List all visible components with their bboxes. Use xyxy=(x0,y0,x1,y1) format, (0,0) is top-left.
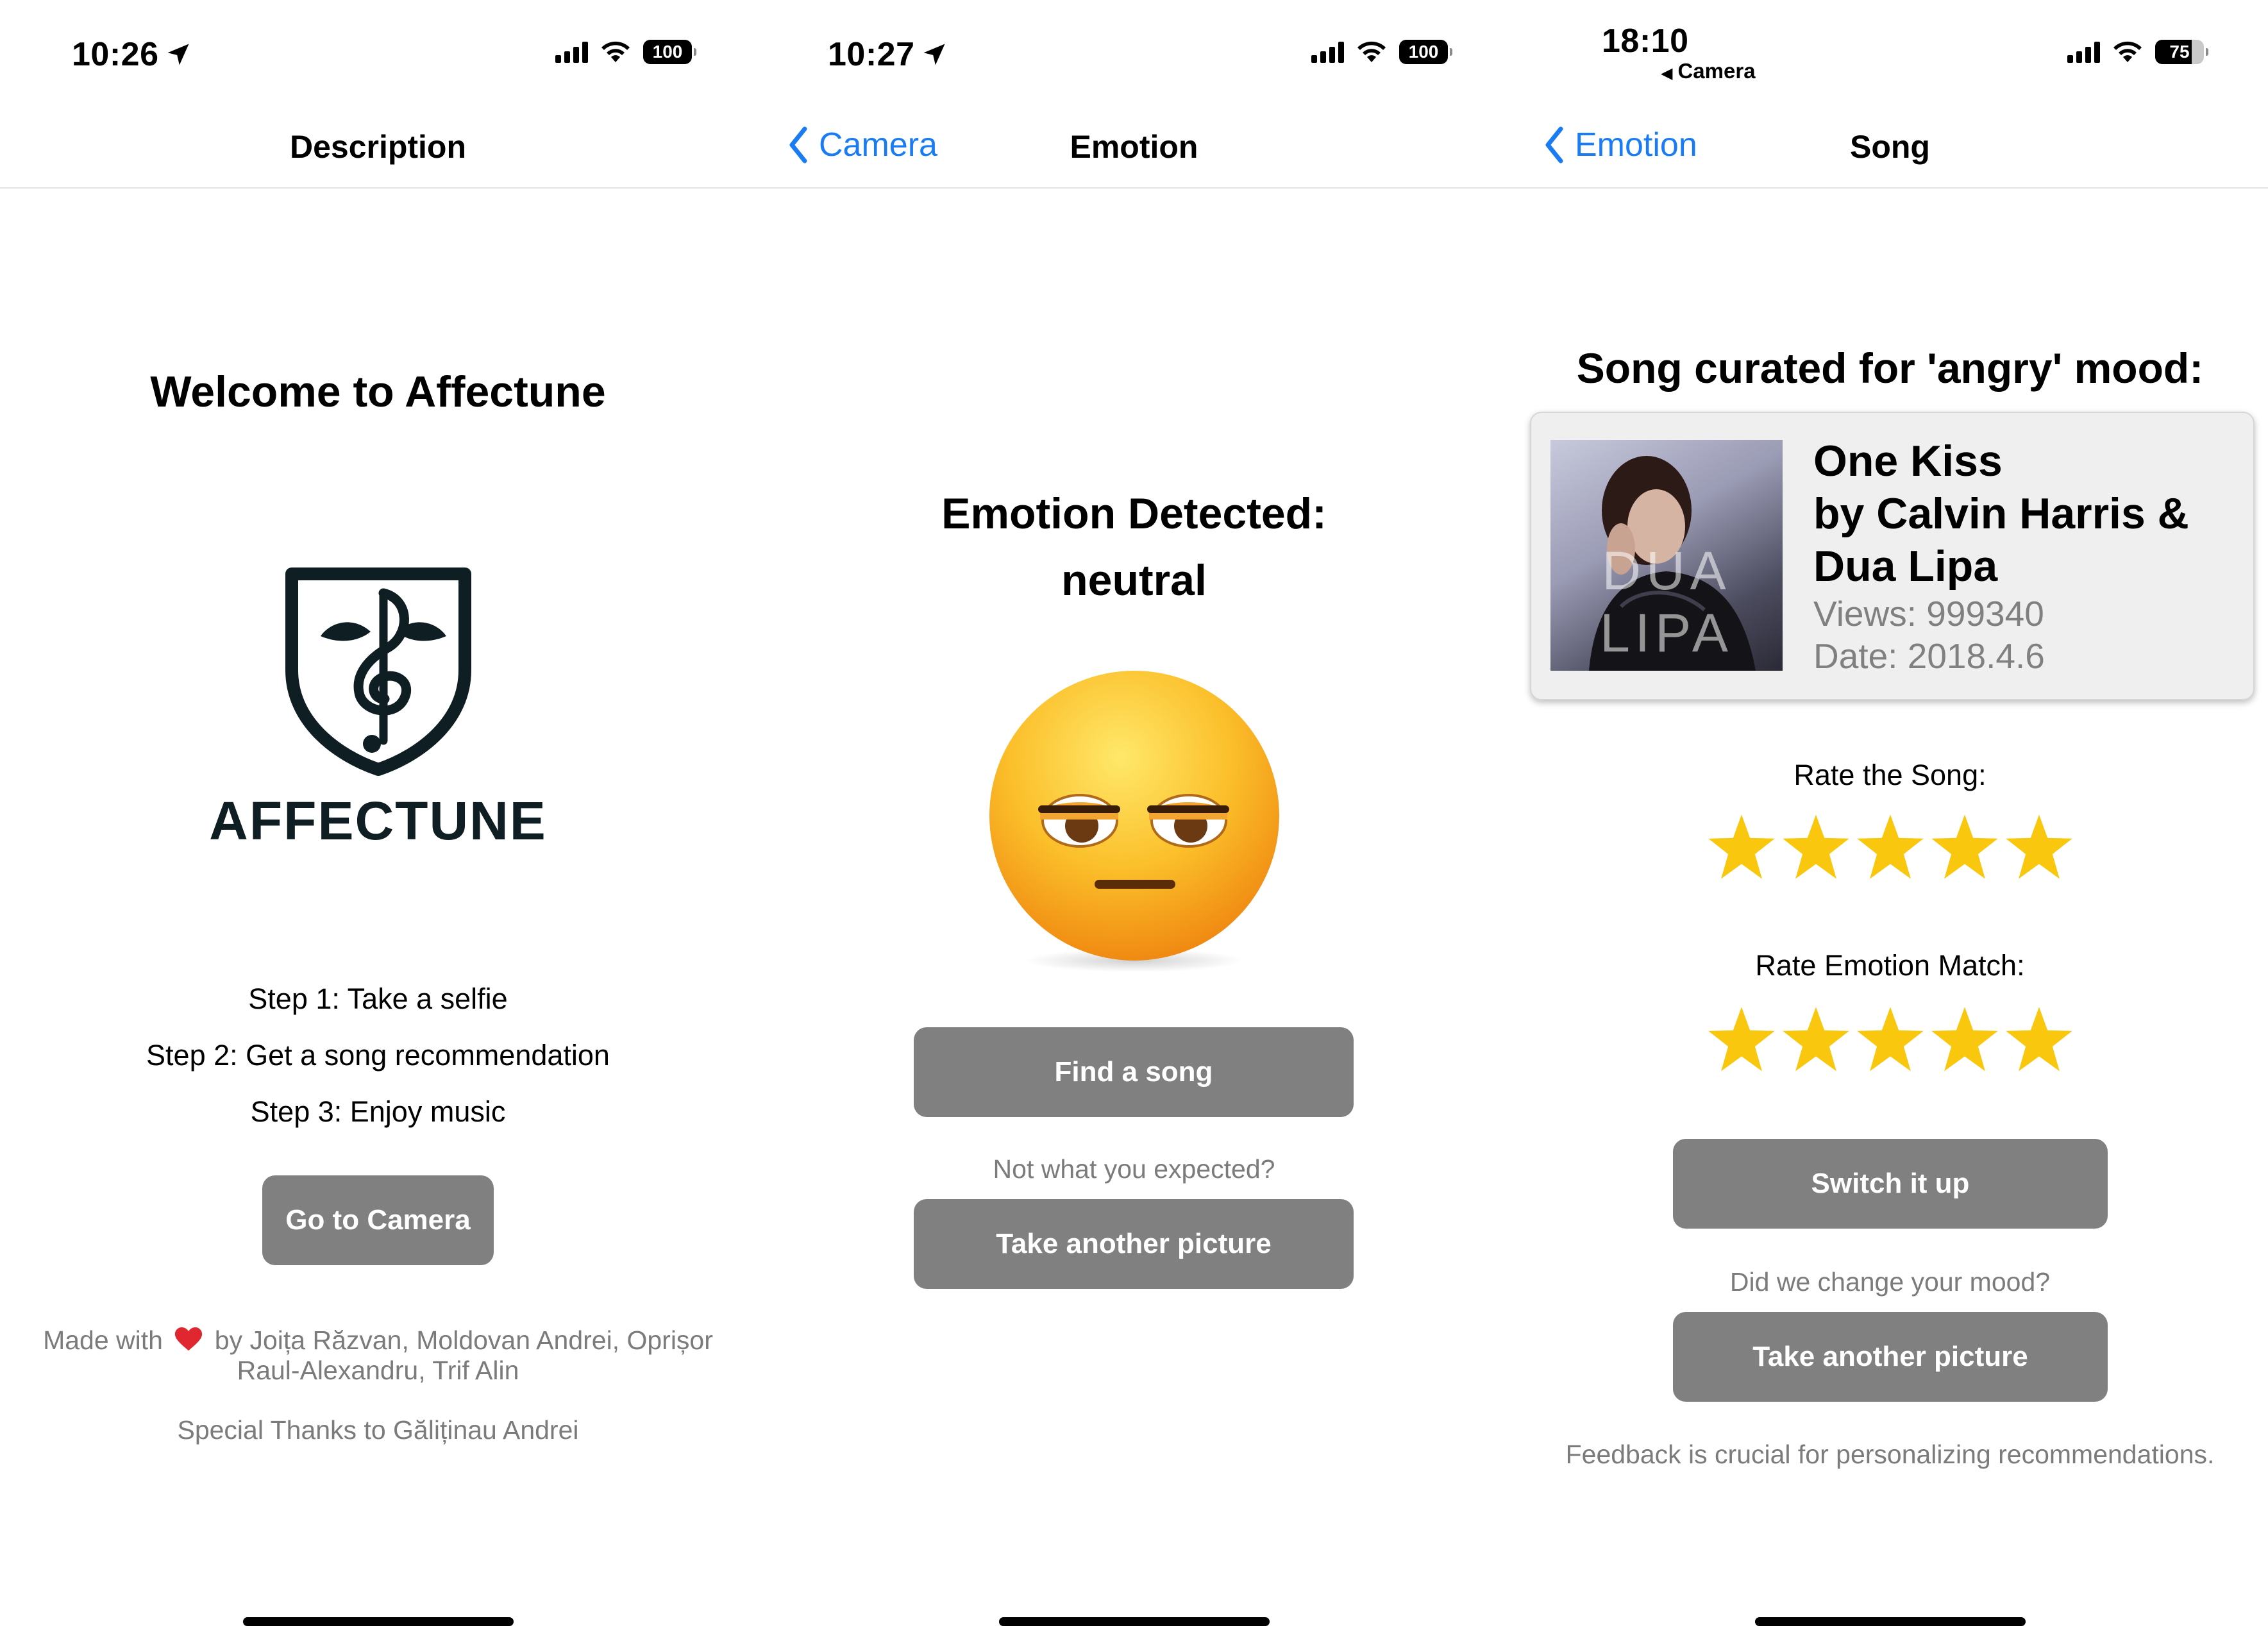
rate-match-stars[interactable] xyxy=(1512,1004,2268,1075)
nav-title: Song xyxy=(1850,129,1930,165)
welcome-heading: Welcome to Affectune xyxy=(150,367,606,416)
home-indicator[interactable] xyxy=(1755,1617,2026,1626)
nav-divider xyxy=(1512,187,2268,189)
nav-divider xyxy=(756,187,1512,189)
star-icon[interactable] xyxy=(2004,812,2074,882)
emotion-screen: 10:27 100 Camera Emotion Emotion Detecte… xyxy=(756,0,1512,1639)
credits-authors: by Joița Răzvan, Moldovan Andrei, Oprișo… xyxy=(214,1325,713,1355)
album-title-text: DUA LIPA xyxy=(1600,541,1733,663)
star-icon[interactable] xyxy=(1781,812,1851,882)
song-views: Views: 999340 xyxy=(1813,594,2044,634)
status-time: 10:26 xyxy=(72,35,192,74)
signal-icon xyxy=(555,41,588,63)
status-time-text: 10:27 xyxy=(828,36,915,73)
mood-question: Did we change your mood? xyxy=(1729,1267,2051,1297)
step-3: Step 3: Enjoy music xyxy=(250,1095,506,1128)
album-cover: DUA LIPA xyxy=(1550,440,1783,671)
back-to-app[interactable]: ◀ Camera xyxy=(1661,59,1756,83)
neutral-face-emoji xyxy=(987,667,1282,975)
battery-level: 100 xyxy=(1408,42,1439,62)
battery-icon: 100 xyxy=(1399,40,1452,64)
rate-match-label: Rate Emotion Match: xyxy=(1755,949,2025,982)
not-expected-text: Not what you expected? xyxy=(993,1154,1275,1184)
song-screen: 18:10 ◀ Camera 75 Emotion Song Song curat… xyxy=(1512,0,2268,1639)
location-arrow-icon xyxy=(167,44,189,65)
star-icon[interactable] xyxy=(1706,812,1777,882)
song-artist-line-2: Dua Lipa xyxy=(1813,542,1998,591)
battery-icon: 100 xyxy=(643,40,696,64)
rate-song-stars[interactable] xyxy=(1512,812,2268,882)
home-indicator[interactable] xyxy=(999,1617,1270,1626)
nav-bar: Camera Emotion xyxy=(756,122,1512,186)
status-indicators: 100 xyxy=(555,40,696,64)
feedback-text: Feedback is crucial for personalizing re… xyxy=(1565,1440,2215,1469)
step-2: Step 2: Get a song recommendation xyxy=(146,1039,610,1072)
star-icon[interactable] xyxy=(1855,812,1926,882)
nav-title: Description xyxy=(289,129,467,165)
song-title: One Kiss xyxy=(1813,437,2003,485)
battery-icon: 75 xyxy=(2155,40,2208,64)
credits-made-with: Made with xyxy=(43,1325,163,1355)
emotion-detected-label: Emotion Detected: xyxy=(941,489,1327,538)
description-screen: 10:26 100 Description Welcome to Affectu… xyxy=(0,0,756,1639)
status-time-text: 18:10 xyxy=(1602,22,1689,60)
star-icon[interactable] xyxy=(1855,1004,1926,1075)
wifi-icon xyxy=(1356,40,1388,63)
step-1: Step 1: Take a selfie xyxy=(248,982,508,1015)
emotion-value: neutral xyxy=(1061,556,1207,605)
shield-treble-clef-icon xyxy=(285,567,471,776)
find-song-button[interactable]: Find a song xyxy=(914,1027,1354,1117)
star-icon[interactable] xyxy=(1706,1004,1777,1075)
song-artist-line-1: by Calvin Harris & xyxy=(1813,489,2189,538)
song-title-block: One Kiss by Calvin Harris & Dua Lipa xyxy=(1813,435,2189,593)
heart-icon xyxy=(175,1327,203,1351)
signal-icon xyxy=(2067,41,2100,63)
star-icon[interactable] xyxy=(1929,812,2000,882)
nav-title: Emotion xyxy=(1070,129,1198,165)
go-to-camera-button[interactable]: Go to Camera xyxy=(262,1175,494,1265)
battery-level: 100 xyxy=(652,42,683,62)
take-another-picture-button[interactable]: Take another picture xyxy=(914,1199,1354,1289)
status-time: 18:10 xyxy=(1602,22,1689,60)
credits-line-2: Raul-Alexandru, Trif Alin xyxy=(237,1356,519,1385)
song-meta: Views: 999340 Date: 2018.4.6 xyxy=(1813,593,2045,677)
status-indicators: 75 xyxy=(2067,40,2208,64)
back-to-app-label: Camera xyxy=(1677,59,1756,83)
nav-divider xyxy=(0,187,756,189)
signal-icon xyxy=(1311,41,1344,63)
status-time: 10:27 xyxy=(828,35,948,74)
back-triangle-icon: ◀ xyxy=(1661,65,1673,82)
star-icon[interactable] xyxy=(1781,1004,1851,1075)
location-arrow-icon xyxy=(923,44,945,65)
curated-heading: Song curated for 'angry' mood: xyxy=(1576,344,2204,392)
switch-it-up-button[interactable]: Switch it up xyxy=(1673,1139,2108,1229)
special-thanks: Special Thanks to Găliținau Andrei xyxy=(177,1415,579,1445)
song-date: Date: 2018.4.6 xyxy=(1813,636,2045,676)
nav-bar: Description xyxy=(0,122,756,186)
song-card[interactable]: DUA LIPA One Kiss by Calvin Harris & Dua… xyxy=(1530,412,2255,700)
wifi-icon xyxy=(600,40,632,63)
affectune-logo xyxy=(282,564,475,782)
status-indicators: 100 xyxy=(1311,40,1452,64)
nav-bar: Emotion Song xyxy=(1512,122,2268,186)
wifi-icon xyxy=(2112,40,2144,63)
take-another-picture-button[interactable]: Take another picture xyxy=(1673,1312,2108,1402)
star-icon[interactable] xyxy=(2004,1004,2074,1075)
star-icon[interactable] xyxy=(1929,1004,2000,1075)
battery-level: 75 xyxy=(2169,42,2190,62)
status-time-text: 10:26 xyxy=(72,36,159,73)
credits-line-1: Made with by Joița Răzvan, Moldovan Andr… xyxy=(0,1325,756,1356)
rate-song-label: Rate the Song: xyxy=(1793,759,1987,791)
home-indicator[interactable] xyxy=(243,1617,514,1626)
logo-wordmark: AFFECTUNE xyxy=(209,791,547,851)
